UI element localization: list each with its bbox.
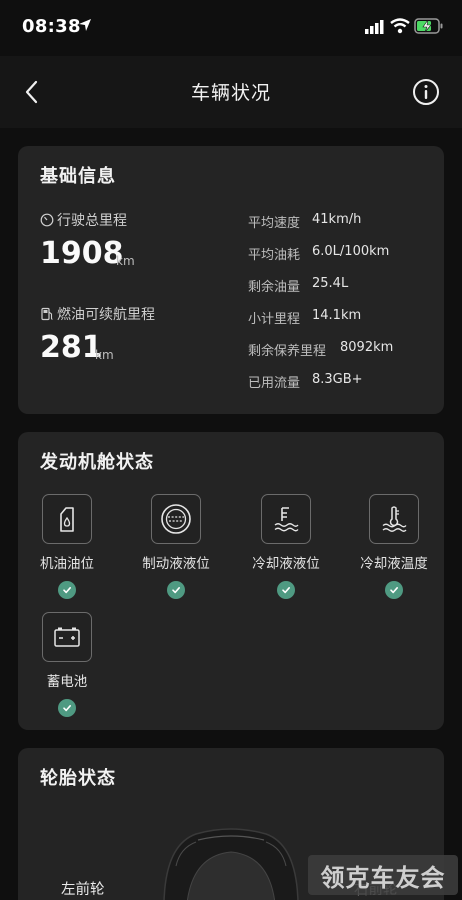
watermark-logo: 领克车友会 [308,855,458,895]
fuel-range-label: 燃油可续航里程 [57,307,155,323]
engine-item-coolant-temp[interactable]: 冷却液温度 [344,494,444,599]
brake-fluid-icon-box [151,494,201,544]
basic-info-card: 基础信息 行驶总里程 1908 km 燃油可续航里程 281 km 平均速度 4… [18,146,444,414]
tire-status-title: 轮胎状态 [40,768,116,789]
stat-value: 41km/h [312,212,362,227]
status-time: 08:38 [22,16,81,37]
engine-item-label: 机油油位 [40,556,94,572]
stat-value: 14.1km [312,308,362,323]
battery-icon [54,627,80,647]
stat-value: 25.4L [312,276,349,291]
check-icon [58,699,76,717]
stat-value: 8092km [340,340,394,355]
cellular-signal-icon [365,20,384,34]
engine-item-brake-fluid[interactable]: 制动液液位 [126,494,226,599]
coolant-temp-icon [382,506,407,532]
info-icon[interactable] [410,76,442,108]
status-bar: 08:38 [0,0,462,56]
nav-bar: 车辆状况 [0,56,462,128]
front-left-tire-label: 左前轮 [61,882,105,898]
engine-status-title: 发动机舱状态 [40,452,154,473]
check-icon [277,581,295,599]
stat-label: 剩余油量 [248,280,301,295]
fuel-range-value: 281 [40,330,103,365]
stat-row: 小计里程 14.1km [248,308,361,327]
engine-item-coolant-level[interactable]: 冷却液液位 [236,494,336,599]
stat-label: 平均速度 [248,216,301,231]
oil-can-icon [60,507,74,532]
coolant-temp-icon-box [369,494,419,544]
stat-row: 平均油耗 6.0L/100km [248,244,389,263]
engine-item-label: 制动液液位 [142,556,210,572]
stat-row: 已用流量 8.3GB+ [248,372,363,391]
basic-info-title: 基础信息 [40,166,116,187]
total-mileage-unit: km [116,254,135,268]
fuel-range-unit: km [95,348,114,362]
location-arrow-icon [79,19,91,31]
odometer-icon [40,213,54,227]
total-mileage-label: 行驶总里程 [57,213,127,229]
coolant-level-icon-box [261,494,311,544]
fuel-pump-icon [41,307,53,321]
page-title: 车辆状况 [190,82,271,104]
car-top-view-icon [163,828,299,900]
coolant-level-icon [274,507,299,532]
stat-label: 剩余保养里程 [248,344,327,359]
total-mileage-value: 1908 [40,236,124,271]
stat-label: 已用流量 [248,376,301,391]
engine-item-label: 冷却液温度 [360,556,428,572]
stat-value: 8.3GB+ [312,372,363,387]
wifi-icon [390,18,410,34]
battery-charging-icon [414,18,443,34]
stat-row: 剩余油量 25.4L [248,276,348,295]
check-icon [385,581,403,599]
engine-item-label: 冷却液液位 [252,556,320,572]
stat-row: 剩余保养里程 8092km [248,340,393,359]
brake-fluid-icon [161,504,191,534]
check-icon [167,581,185,599]
oil-can-icon-box [42,494,92,544]
stat-row: 平均速度 41km/h [248,212,361,231]
engine-item-oil-level[interactable]: 机油油位 [17,494,117,599]
stat-label: 平均油耗 [248,248,301,263]
engine-item-label: 蓄电池 [46,674,88,690]
check-icon [58,581,76,599]
engine-status-card: 发动机舱状态 机油油位 制动液液位 冷却液液位 冷却液温度 蓄电池 [18,432,444,730]
stat-label: 小计里程 [248,312,301,327]
engine-item-battery[interactable]: 蓄电池 [17,612,117,717]
stat-value: 6.0L/100km [312,244,390,259]
total-mileage-label-group: 行驶总里程 [40,210,127,230]
fuel-range-label-group: 燃油可续航里程 [40,304,155,324]
battery-icon-box [42,612,92,662]
